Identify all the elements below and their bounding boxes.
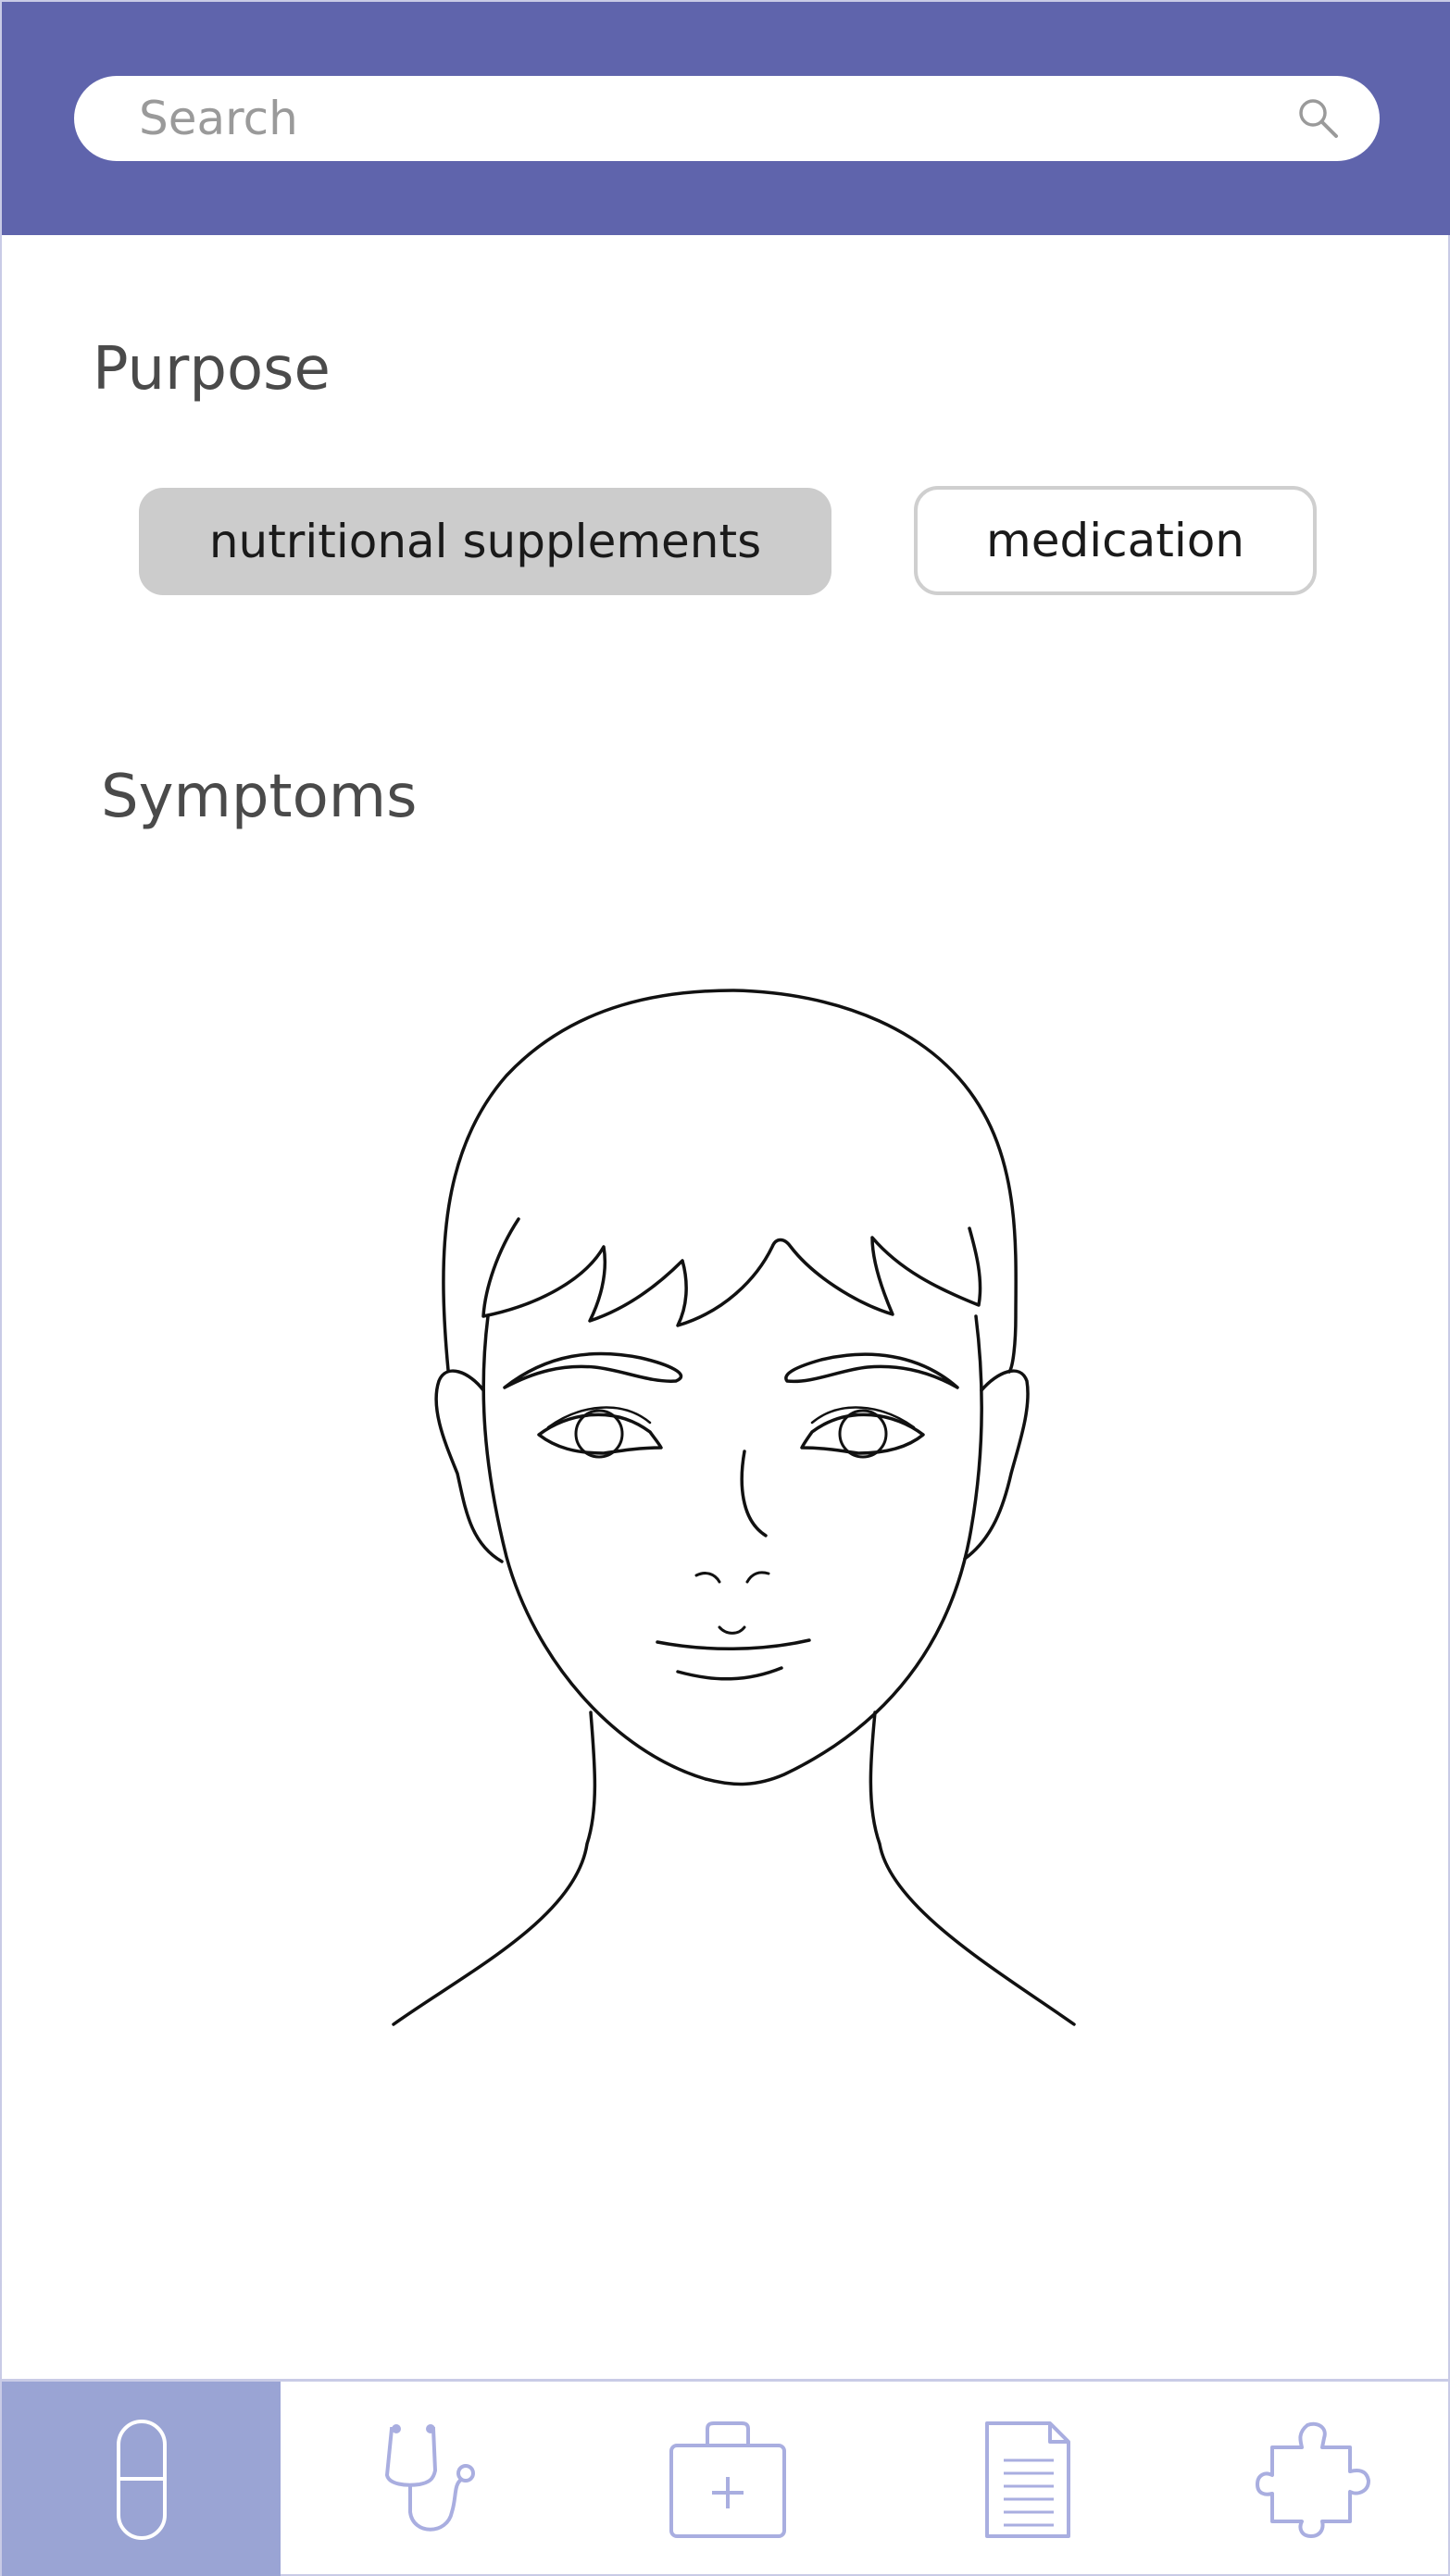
bottom-nav	[2, 2379, 1450, 2576]
nav-tab-doctor[interactable]	[281, 2382, 577, 2576]
left-eyebrow	[503, 1351, 683, 1389]
nav-tab-first-aid[interactable]	[577, 2382, 878, 2576]
nose	[740, 1450, 768, 1537]
pill-icon	[116, 2420, 167, 2540]
first-aid-kit-icon	[669, 2421, 786, 2538]
face-contour	[481, 1314, 983, 1786]
header-bar	[2, 2, 1450, 235]
purpose-option-label: medication	[985, 514, 1244, 567]
search-icon[interactable]	[1296, 96, 1341, 141]
neck-right	[869, 1711, 1076, 2026]
right-ear	[963, 1369, 1030, 1561]
neck-left	[392, 1711, 597, 2026]
purpose-heading: Purpose	[93, 335, 331, 404]
purpose-option-label: nutritional supplements	[208, 515, 762, 568]
app-frame: Purpose nutritional supplements medicati…	[0, 0, 1450, 2576]
symptoms-heading: Symptoms	[101, 763, 418, 831]
nav-tab-medication[interactable]	[2, 2382, 281, 2576]
bangs	[481, 1217, 982, 1327]
purpose-option-medication[interactable]: medication	[914, 486, 1317, 595]
nav-tab-records[interactable]	[878, 2382, 1179, 2576]
document-icon	[984, 2421, 1070, 2538]
mouth	[718, 1625, 746, 1635]
puzzle-icon	[1255, 2421, 1370, 2538]
stethoscope-icon	[384, 2424, 475, 2532]
left-ear	[434, 1369, 504, 1563]
purpose-option-nutritional-supplements[interactable]: nutritional supplements	[139, 488, 831, 595]
search-bar[interactable]	[74, 76, 1380, 161]
nav-tab-more[interactable]	[1179, 2382, 1448, 2576]
hair-outline	[442, 989, 1018, 1374]
face-diagram[interactable]	[381, 978, 1085, 2043]
right-eyebrow	[784, 1352, 959, 1389]
search-input[interactable]	[74, 76, 1380, 161]
